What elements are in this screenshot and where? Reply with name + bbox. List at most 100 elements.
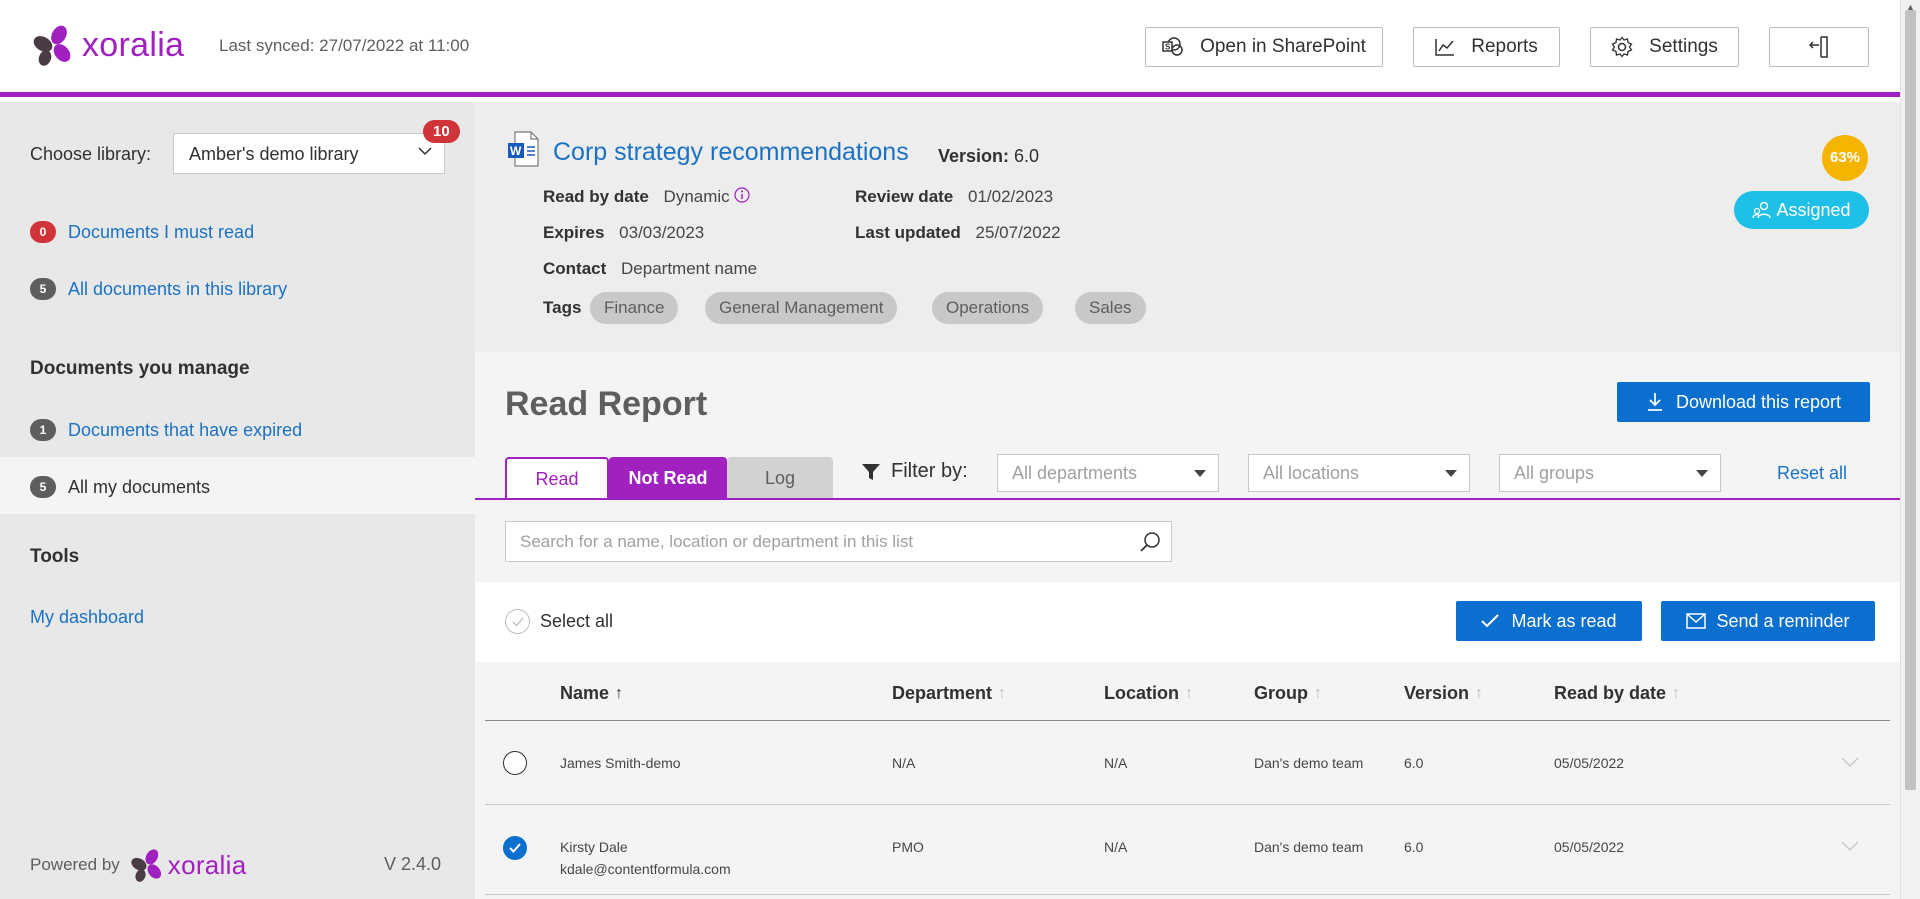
row-group: Dan's demo team [1254,755,1364,771]
departments-filter-select[interactable]: All departments [997,454,1219,492]
read-report-section: Read Report Download this report Read No… [475,352,1900,582]
row-select-radio[interactable] [503,836,527,860]
row-location: N/A [1104,839,1128,855]
users-icon [1752,201,1772,219]
sharepoint-icon: S [1162,37,1183,56]
search-input[interactable]: Search for a name, location or departmen… [505,521,1172,562]
expires-field: Expires 03/03/2023 [543,223,704,243]
download-report-button[interactable]: Download this report [1617,382,1870,422]
check-icon [509,843,521,853]
search-icon[interactable] [1139,531,1161,553]
tag-finance[interactable]: Finance [590,292,679,324]
row-department: PMO [892,839,924,855]
mark-as-read-button[interactable]: Mark as read [1456,601,1642,641]
column-header-group[interactable]: Group ↑ [1254,683,1322,704]
count-badge: 0 [30,221,56,243]
tab-read[interactable]: Read [505,457,609,499]
send-reminder-button[interactable]: Send a reminder [1661,601,1875,641]
row-group: Dan's demo team [1254,839,1364,855]
chevron-down-icon[interactable] [1840,755,1860,769]
sidebar-item-all-my-documents[interactable]: 5 All my documents [30,476,210,498]
filter-by: Filter by: [861,460,968,483]
xoralia-logo[interactable]: xoralia [32,24,184,66]
chevron-down-icon [418,147,432,156]
powered-by: Powered by xoralia [30,848,246,882]
sidebar-item-documents-expired[interactable]: 1 Documents that have expired [30,419,302,441]
select-all-checkbox[interactable]: Select all [505,609,613,634]
chevron-down-icon[interactable] [1840,839,1860,853]
last-updated-field: Last updated 25/07/2022 [855,223,1061,243]
row-select-radio[interactable] [503,751,527,775]
groups-filter-value: All groups [1514,463,1595,483]
tab-not-read[interactable]: Not Read [609,457,727,499]
sign-out-button[interactable] [1769,27,1869,67]
document-title-link[interactable]: Corp strategy recommendations [553,138,909,167]
word-document-icon: W [508,131,539,167]
column-header-department[interactable]: Department ↑ [892,683,1006,704]
expires-label: Expires [543,223,605,242]
tags-label-text: Tags [543,298,582,317]
settings-button[interactable]: Settings [1590,27,1739,67]
scrollbar-thumb[interactable] [1905,10,1916,790]
column-label: Version [1404,683,1470,703]
sort-arrow-icon: ↑ [1475,684,1484,702]
send-reminder-label: Send a reminder [1716,610,1850,631]
reset-all-link[interactable]: Reset all [1777,463,1847,484]
document-info-panel: W Corp strategy recommendations Version:… [475,102,1900,352]
app-header: xoralia Last synced: 27/07/2022 at 11:00… [0,0,1900,97]
tab-log[interactable]: Log [727,457,833,499]
info-icon[interactable] [734,187,751,203]
departments-filter-value: All departments [1012,463,1138,483]
column-header-version[interactable]: Version ↑ [1404,683,1483,704]
row-name: James Smith-demo [560,755,681,771]
sidebar-item-all-documents-in-library[interactable]: 5 All documents in this library [30,278,287,300]
vertical-scrollbar[interactable]: ▲ [1900,0,1920,899]
read-by-date-value: Dynamic [663,187,730,206]
read-by-date-label: Read by date [543,187,649,206]
sidebar-item-label: All my documents [68,476,211,497]
sidebar: Choose library: Amber's demo library 1 0 … [0,102,475,899]
tag-general-management[interactable]: General Management [705,292,898,324]
locations-filter-value: All locations [1263,463,1360,483]
locations-filter-select[interactable]: All locations [1248,454,1470,492]
document-version: Version: 6.0 [938,146,1039,167]
sidebar-item-my-dashboard[interactable]: My dashboard [30,607,144,628]
column-label: Department [892,683,993,703]
column-header-read-by-date[interactable]: Read by date ↑ [1554,683,1680,704]
sort-arrow-icon: ↑ [615,684,624,702]
download-icon [1647,393,1662,411]
sharepoint-button-label: Open in SharePoint [1200,36,1366,57]
column-label: Read by date [1554,683,1667,703]
column-header-location[interactable]: Location ↑ [1104,683,1193,704]
sidebar-item-label: All documents in this library [68,278,288,299]
filter-icon [862,463,880,480]
tag-sales[interactable]: Sales [1075,292,1146,324]
contact-field: Contact Department name [543,259,757,279]
version-label: Version: [938,146,1010,166]
assigned-button[interactable]: Assigned [1734,191,1869,229]
select-all-circle[interactable] [505,609,530,634]
caret-down-icon [1445,470,1457,477]
powered-logo-text: xoralia [167,849,247,880]
row-email: kdale@contentformula.com [560,861,731,877]
reports-button[interactable]: Reports [1413,27,1560,67]
tag-operations[interactable]: Operations [932,292,1044,324]
groups-filter-select[interactable]: All groups [1499,454,1721,492]
contact-value: Department name [621,259,758,278]
sidebar-item-documents-i-must-read[interactable]: 0 Documents I must read [30,221,254,243]
filter-by-label: Filter by: [891,460,968,482]
library-select[interactable]: Amber's demo library [173,133,445,174]
settings-button-label: Settings [1649,36,1718,57]
xoralia-logo-icon [131,849,161,882]
open-in-sharepoint-button[interactable]: S Open in SharePoint [1145,27,1383,67]
sidebar-item-label: Documents that have expired [68,419,303,440]
tab-underline [475,498,1900,500]
review-date-field: Review date 01/02/2023 [855,187,1053,207]
sidebar-item-label: Documents I must read [68,221,255,242]
column-label: Group [1254,683,1308,703]
version-value: 6.0 [1014,146,1040,166]
review-date-value: 01/02/2023 [968,187,1054,206]
column-header-name[interactable]: Name ↑ [560,683,623,704]
row-department: N/A [892,755,916,771]
gear-icon [1611,36,1633,58]
